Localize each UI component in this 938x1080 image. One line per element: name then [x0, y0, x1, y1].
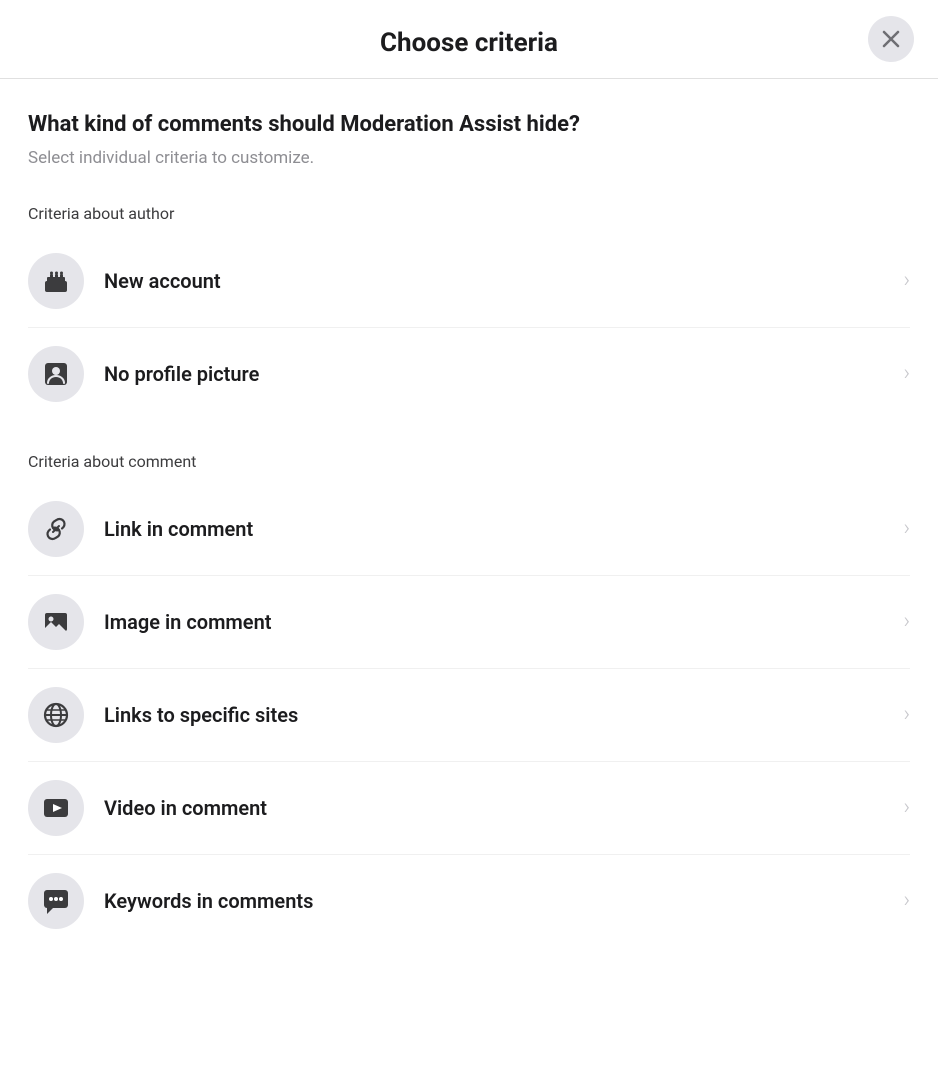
criteria-item-new-account[interactable]: New account › — [28, 235, 910, 328]
close-icon — [882, 30, 900, 48]
criteria-item-video-in-comment[interactable]: Video in comment › — [28, 762, 910, 855]
video-in-comment-chevron: › — [903, 795, 910, 820]
modal-title: Choose criteria — [380, 28, 558, 58]
image-in-comment-chevron: › — [903, 609, 910, 634]
new-account-label: New account — [104, 269, 895, 293]
cake-icon — [42, 267, 70, 295]
image-in-comment-label: Image in comment — [104, 610, 895, 634]
criteria-list-author: New account › No profile picture › — [28, 235, 910, 420]
criteria-item-image-in-comment[interactable]: Image in comment › — [28, 576, 910, 669]
no-profile-picture-icon-circle — [28, 346, 84, 402]
new-account-icon-circle — [28, 253, 84, 309]
criteria-item-link-in-comment[interactable]: Link in comment › — [28, 483, 910, 576]
modal: Choose criteria What kind of comments sh… — [0, 0, 938, 1080]
close-button[interactable] — [868, 16, 914, 62]
criteria-item-no-profile-picture[interactable]: No profile picture › — [28, 328, 910, 420]
modal-content: What kind of comments should Moderation … — [0, 79, 938, 1007]
section-label-comment: Criteria about comment — [28, 452, 910, 471]
keywords-in-comments-label: Keywords in comments — [104, 889, 895, 913]
main-question: What kind of comments should Moderation … — [28, 111, 910, 140]
keywords-in-comments-icon-circle — [28, 873, 84, 929]
image-in-comment-icon-circle — [28, 594, 84, 650]
modal-header: Choose criteria — [0, 0, 938, 79]
profile-icon — [42, 360, 70, 388]
sub-text: Select individual criteria to customize. — [28, 148, 910, 168]
new-account-chevron: › — [903, 268, 910, 293]
video-icon — [42, 794, 70, 822]
video-in-comment-label: Video in comment — [104, 796, 895, 820]
link-in-comment-label: Link in comment — [104, 517, 895, 541]
links-to-specific-sites-label: Links to specific sites — [104, 703, 895, 727]
criteria-list-comment: Link in comment › Image in comment › — [28, 483, 910, 947]
globe-icon — [42, 701, 70, 729]
link-in-comment-chevron: › — [903, 516, 910, 541]
link-icon — [42, 515, 70, 543]
keywords-in-comments-chevron: › — [903, 888, 910, 913]
criteria-item-keywords-in-comments[interactable]: Keywords in comments › — [28, 855, 910, 947]
link-in-comment-icon-circle — [28, 501, 84, 557]
no-profile-picture-chevron: › — [903, 361, 910, 386]
no-profile-picture-label: No profile picture — [104, 362, 895, 386]
criteria-item-links-to-specific-sites[interactable]: Links to specific sites › — [28, 669, 910, 762]
links-to-specific-sites-chevron: › — [903, 702, 910, 727]
chat-icon — [42, 887, 70, 915]
image-icon — [42, 608, 70, 636]
links-to-specific-sites-icon-circle — [28, 687, 84, 743]
section-label-author: Criteria about author — [28, 204, 910, 223]
video-in-comment-icon-circle — [28, 780, 84, 836]
